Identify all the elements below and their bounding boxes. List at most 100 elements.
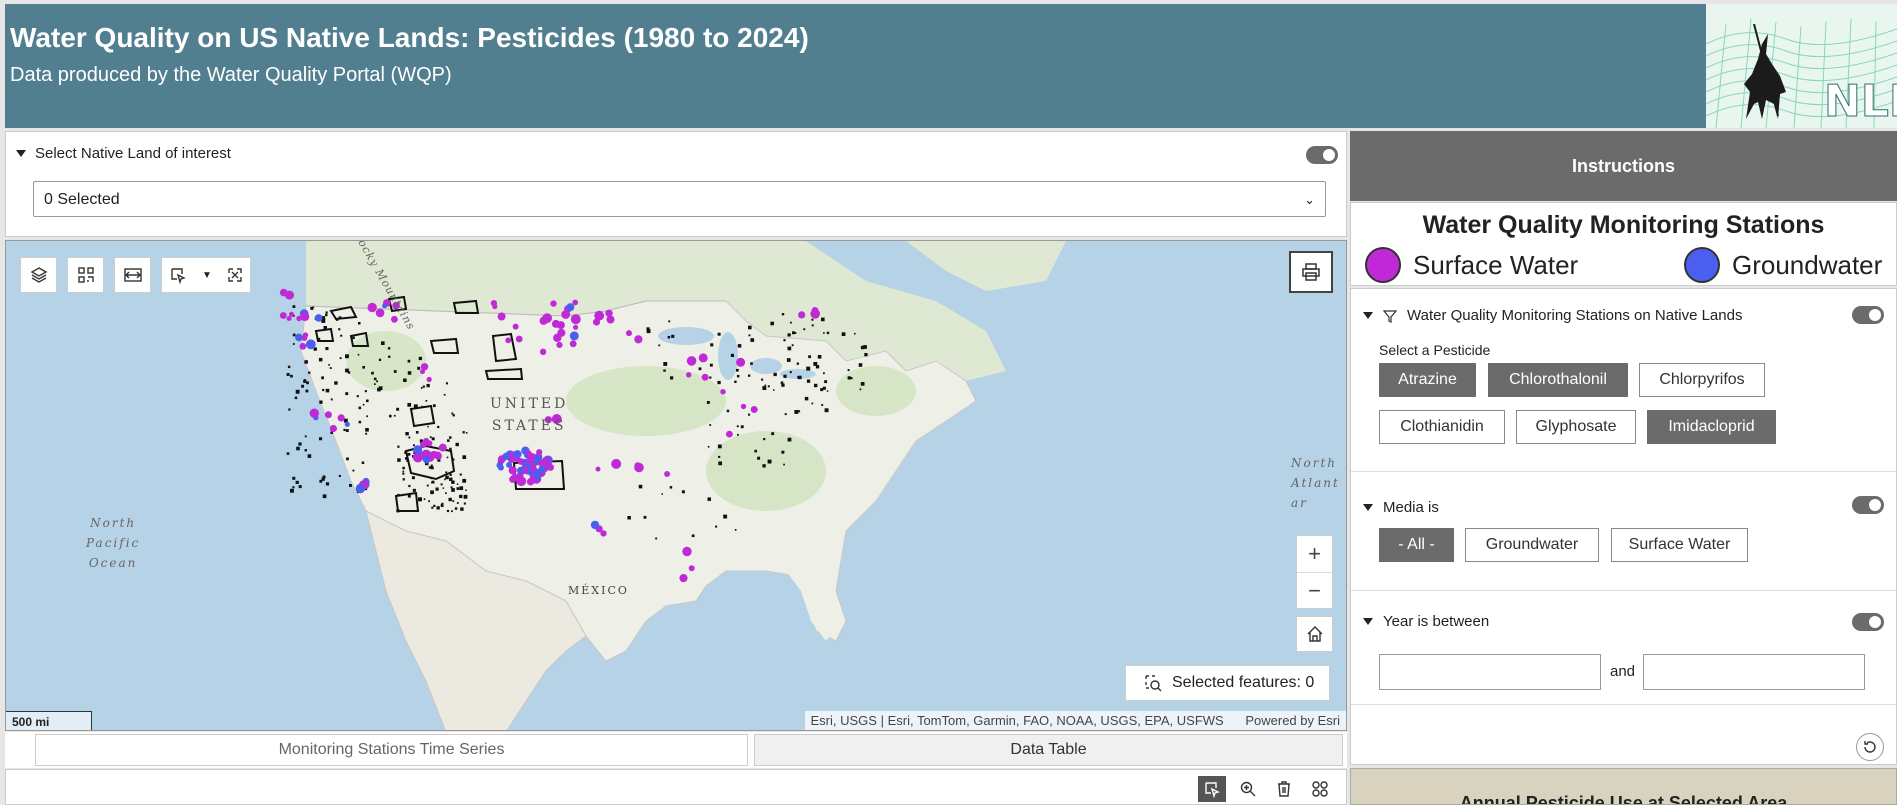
surface-water-station[interactable] <box>309 408 319 418</box>
media-chip-groundwater[interactable]: Groundwater <box>1465 528 1599 562</box>
surface-water-station[interactable] <box>296 315 302 322</box>
map-view[interactable]: Rocky Mountains UNITED STATES North Paci… <box>5 240 1347 731</box>
layers-button[interactable] <box>20 257 57 293</box>
surface-water-station[interactable] <box>375 308 385 318</box>
surface-water-station[interactable] <box>561 310 571 319</box>
powered-by-esri-link[interactable]: Powered by Esri <box>1245 713 1340 728</box>
groundwater-station[interactable] <box>513 450 522 459</box>
tab-data-table[interactable]: Data Table <box>754 734 1343 766</box>
year-from-input[interactable] <box>1379 654 1601 690</box>
clear-selection-icon[interactable] <box>227 267 243 283</box>
surface-water-station[interactable] <box>528 478 533 484</box>
surface-water-station[interactable] <box>536 449 543 456</box>
groundwater-station[interactable] <box>344 421 350 427</box>
surface-water-station[interactable] <box>329 424 337 433</box>
surface-water-station[interactable] <box>810 309 820 319</box>
reset-filters-button[interactable] <box>1856 733 1884 761</box>
table-zoom-button[interactable] <box>1234 776 1262 802</box>
surface-water-station[interactable] <box>279 312 287 319</box>
surface-water-station[interactable] <box>611 458 622 469</box>
surface-water-station[interactable] <box>525 450 532 456</box>
year-filter-toggle[interactable] <box>1852 613 1884 631</box>
surface-water-station[interactable] <box>426 376 432 383</box>
media-filter-toggle[interactable] <box>1852 496 1884 514</box>
groundwater-station[interactable] <box>422 456 431 464</box>
groundwater-station[interactable] <box>517 466 525 474</box>
year-to-input[interactable] <box>1643 654 1865 690</box>
groundwater-station[interactable] <box>569 331 579 341</box>
surface-water-station[interactable] <box>337 414 345 422</box>
groundwater-station[interactable] <box>295 333 303 342</box>
groundwater-station[interactable] <box>502 452 510 461</box>
surface-water-station[interactable] <box>736 357 746 367</box>
surface-water-station[interactable] <box>367 302 377 313</box>
print-button[interactable] <box>1289 251 1333 293</box>
pesticide-filter-toggle[interactable] <box>1852 306 1884 324</box>
surface-water-station[interactable] <box>634 462 641 469</box>
tab-monitoring-stations-time-series[interactable]: Monitoring Stations Time Series <box>35 734 748 766</box>
pesticide-chip-atrazine[interactable]: Atrazine <box>1379 363 1476 397</box>
surface-water-station[interactable] <box>626 330 632 337</box>
surface-water-station[interactable] <box>556 321 565 330</box>
surface-water-station[interactable] <box>492 303 498 310</box>
surface-water-station[interactable] <box>634 335 643 344</box>
caret-down-icon[interactable]: ▼ <box>202 270 212 281</box>
collapse-chevron-icon[interactable] <box>1363 504 1373 511</box>
home-button[interactable] <box>1296 616 1333 652</box>
surface-water-station[interactable] <box>435 453 442 460</box>
groundwater-station[interactable] <box>305 339 316 350</box>
pesticide-chip-glyphosate[interactable]: Glyphosate <box>1516 410 1636 444</box>
surface-water-station[interactable] <box>417 453 424 460</box>
groundwater-station[interactable] <box>566 303 575 312</box>
surface-water-station[interactable] <box>682 546 692 557</box>
media-chip-surface-water[interactable]: Surface Water <box>1611 528 1748 562</box>
surface-water-station[interactable] <box>497 312 506 321</box>
native-land-select[interactable]: 0 Selected ⌄ <box>33 181 1326 217</box>
collapse-chevron-icon[interactable] <box>16 150 26 157</box>
surface-water-station[interactable] <box>664 471 671 477</box>
collapse-chevron-icon[interactable] <box>1363 312 1373 319</box>
surface-water-station[interactable] <box>686 356 697 366</box>
swipe-button[interactable] <box>114 257 151 293</box>
surface-water-station[interactable] <box>542 313 552 324</box>
groundwater-station[interactable] <box>314 314 323 322</box>
surface-water-station[interactable] <box>569 340 577 348</box>
zoom-out-button[interactable]: − <box>1297 572 1332 608</box>
surface-water-station[interactable] <box>595 466 601 472</box>
surface-water-station[interactable] <box>539 348 547 355</box>
surface-water-station[interactable] <box>419 441 427 448</box>
surface-water-station[interactable] <box>698 353 708 363</box>
collapse-chevron-icon[interactable] <box>1363 618 1373 625</box>
surface-water-station[interactable] <box>720 389 726 395</box>
surface-water-station[interactable] <box>509 475 517 483</box>
surface-water-station[interactable] <box>515 335 523 343</box>
pesticide-chip-chlorothalonil[interactable]: Chlorothalonil <box>1488 363 1628 397</box>
surface-water-station[interactable] <box>556 341 563 348</box>
surface-water-station[interactable] <box>686 372 692 378</box>
native-land-filter-toggle[interactable] <box>1306 146 1338 164</box>
pesticide-chip-chlorpyrifos[interactable]: Chlorpyrifos <box>1639 363 1765 397</box>
selected-features-button[interactable]: Selected features: 0 <box>1125 665 1330 701</box>
groundwater-station[interactable] <box>355 483 366 494</box>
table-select-button[interactable] <box>1198 776 1226 802</box>
surface-water-station[interactable] <box>526 458 532 465</box>
table-options-button[interactable] <box>1306 776 1334 802</box>
pesticide-chip-clothianidin[interactable]: Clothianidin <box>1379 410 1505 444</box>
surface-water-station[interactable] <box>302 332 309 338</box>
qr-button[interactable] <box>67 257 104 293</box>
surface-water-station[interactable] <box>289 311 294 317</box>
surface-water-station[interactable] <box>505 337 512 344</box>
surface-water-station[interactable] <box>740 403 747 410</box>
groundwater-station[interactable] <box>538 465 546 474</box>
surface-water-station[interactable] <box>798 311 806 319</box>
surface-water-station[interactable] <box>592 318 601 326</box>
surface-water-station[interactable] <box>512 323 519 330</box>
surface-water-station[interactable] <box>324 411 332 419</box>
surface-water-station[interactable] <box>679 574 688 583</box>
surface-water-station[interactable] <box>510 466 516 472</box>
surface-water-station[interactable] <box>550 300 557 307</box>
surface-water-station[interactable] <box>750 406 758 413</box>
groundwater-station[interactable] <box>496 462 504 469</box>
surface-water-station[interactable] <box>605 309 613 317</box>
surface-water-station[interactable] <box>286 316 292 321</box>
